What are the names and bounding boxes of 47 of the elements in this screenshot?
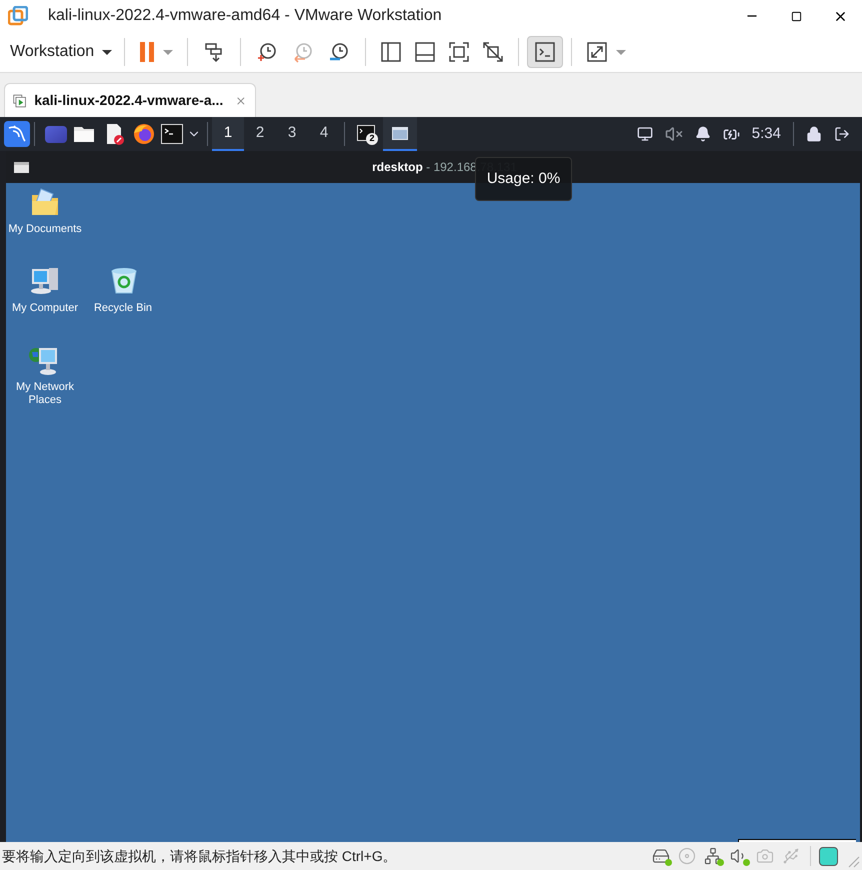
pause-icon (139, 42, 156, 62)
crossed-frame-icon (482, 41, 504, 63)
app-logo-icon (8, 6, 28, 26)
workspace-button[interactable]: 3 (276, 117, 308, 151)
fit-frame-icon (448, 41, 470, 63)
status-message: 要将输入定向到该虚拟机，请将鼠标指针移入其中或按 Ctrl+G。 (1, 846, 397, 866)
lock-icon[interactable] (806, 126, 822, 142)
resize-grip-icon[interactable] (846, 854, 860, 868)
window-title: kali-linux-2022.4-vmware-amd64 - VMware Workstation (48, 6, 442, 26)
tab-label: kali-linux-2022.4-vmware-a... (34, 91, 224, 110)
desktop-icon (45, 126, 67, 142)
sidebar-layout-icon (380, 41, 402, 63)
console-view-button[interactable] (527, 36, 564, 68)
workspace-button[interactable]: 4 (308, 117, 340, 151)
maximize-icon (790, 10, 802, 22)
clock[interactable]: 5:34 (752, 122, 781, 146)
muted-speaker-icon[interactable] (664, 125, 683, 143)
terminal-icon (357, 125, 375, 141)
notification-bell-icon[interactable] (694, 126, 711, 142)
desktop-icon-label[interactable]: My Computer (6, 302, 84, 315)
browser-globe-icon (133, 123, 155, 145)
task-button[interactable] (383, 117, 417, 151)
dragon-icon (7, 125, 27, 143)
task-button[interactable]: 2 (349, 117, 383, 151)
caret-icon (163, 50, 174, 54)
desktop-icon-label[interactable]: Recycle Bin (84, 302, 162, 315)
desktop-icon-label[interactable]: My Network Places (6, 381, 84, 407)
caret-icon (616, 50, 626, 54)
desktop-icon-label[interactable]: My Documents (6, 223, 84, 236)
bottom-panel-layout-icon (414, 41, 436, 63)
expand-arrows-icon (586, 41, 608, 63)
window-icon (392, 126, 408, 140)
workspace-button[interactable]: 1 (212, 117, 244, 151)
rdesktop-title: rdesktop (372, 159, 423, 176)
window-count-badge: 2 (366, 133, 378, 145)
terminal-icon (161, 124, 183, 144)
folder-icon (73, 125, 95, 143)
workspace-button[interactable]: 2 (244, 117, 276, 151)
kali-menu-button[interactable] (4, 121, 30, 147)
terminal-icon (534, 41, 556, 63)
logout-icon[interactable] (834, 126, 850, 142)
caret-icon (102, 50, 112, 54)
net-device-icon[interactable] (702, 846, 724, 866)
vm-tab[interactable]: kali-linux-2022.4-vmware-a... (4, 83, 256, 117)
note-icon[interactable] (819, 846, 838, 866)
workstation-menu[interactable]: Workstation (6, 40, 116, 64)
window-menu-icon[interactable] (14, 162, 29, 172)
